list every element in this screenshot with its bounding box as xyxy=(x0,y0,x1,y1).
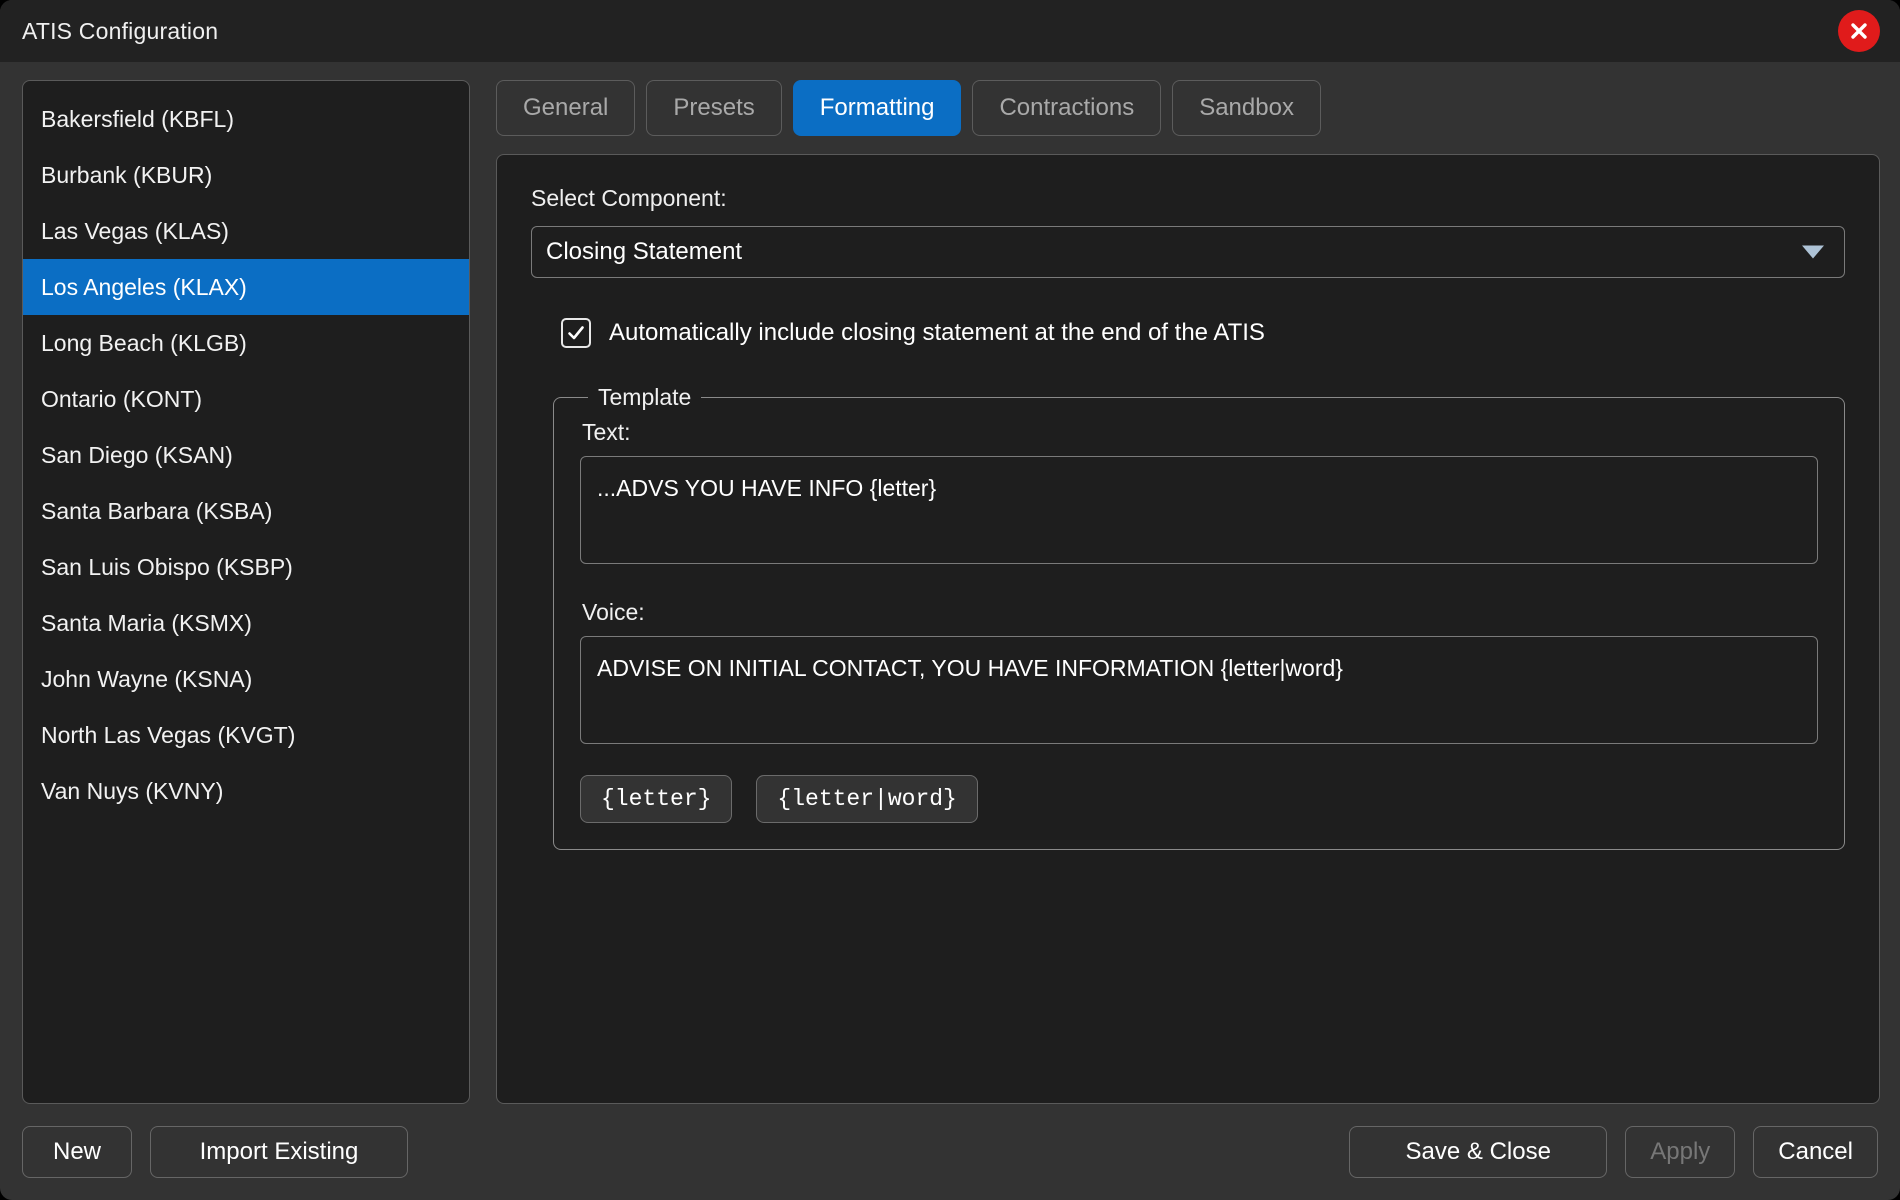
atis-configuration-window: ATIS Configuration Bakersfield (KBFL) Bu… xyxy=(0,0,1900,1200)
save-and-close-button[interactable]: Save & Close xyxy=(1349,1126,1608,1178)
station-label: Van Nuys (KVNY) xyxy=(41,777,224,804)
station-list-item[interactable]: John Wayne (KSNA) xyxy=(23,651,469,707)
tab-contractions[interactable]: Contractions xyxy=(972,80,1162,136)
station-list-item[interactable]: Las Vegas (KLAS) xyxy=(23,203,469,259)
formatting-panel: Select Component: Closing Statement Auto… xyxy=(496,154,1880,1104)
footer-bar: New Import Existing Save & Close Apply C… xyxy=(0,1104,1900,1200)
template-group-legend: Template xyxy=(598,384,692,410)
template-group: Template Text: Voice: {letter} {letter|w… xyxy=(553,384,1845,850)
auto-include-checkbox[interactable] xyxy=(561,318,591,348)
station-list-item[interactable]: Bakersfield (KBFL) xyxy=(23,91,469,147)
station-list-item[interactable]: San Luis Obispo (KSBP) xyxy=(23,539,469,595)
station-list-item[interactable]: Van Nuys (KVNY) xyxy=(23,763,469,819)
text-field-label: Text: xyxy=(582,419,631,445)
tab-formatting[interactable]: Formatting xyxy=(792,80,962,136)
check-icon xyxy=(568,326,584,340)
tab-general[interactable]: General xyxy=(496,80,636,136)
tab-sandbox[interactable]: Sandbox xyxy=(1172,80,1321,136)
station-label: North Las Vegas (KVGT) xyxy=(41,721,296,748)
right-column: General Presets Formatting Contractions … xyxy=(496,80,1880,1104)
select-component-label: Select Component: xyxy=(531,185,727,211)
close-icon xyxy=(1851,23,1867,39)
station-label: Santa Barbara (KSBA) xyxy=(41,497,273,524)
voice-field-label: Voice: xyxy=(582,599,645,625)
station-list-item[interactable]: Long Beach (KLGB) xyxy=(23,315,469,371)
window-title: ATIS Configuration xyxy=(22,17,219,44)
station-list-item[interactable]: Burbank (KBUR) xyxy=(23,147,469,203)
template-voice-input[interactable] xyxy=(580,636,1818,744)
station-label: Los Angeles (KLAX) xyxy=(41,273,247,300)
template-text-input[interactable] xyxy=(580,456,1818,564)
footer-right-group: Save & Close Apply Cancel xyxy=(1349,1126,1878,1178)
token-button-row: {letter} {letter|word} xyxy=(580,775,1818,823)
station-label: San Luis Obispo (KSBP) xyxy=(41,553,293,580)
station-list-item[interactable]: North Las Vegas (KVGT) xyxy=(23,707,469,763)
tab-bar: General Presets Formatting Contractions … xyxy=(496,80,1880,136)
tab-label: Sandbox xyxy=(1199,94,1294,121)
token-button-letter-word[interactable]: {letter|word} xyxy=(756,775,978,823)
chevron-down-icon xyxy=(1802,245,1824,259)
station-label: Santa Maria (KSMX) xyxy=(41,609,252,636)
station-label: Ontario (KONT) xyxy=(41,385,203,412)
apply-button: Apply xyxy=(1625,1126,1736,1178)
auto-include-label: Automatically include closing statement … xyxy=(609,319,1265,346)
tab-label: Presets xyxy=(673,94,755,121)
station-label: Las Vegas (KLAS) xyxy=(41,217,229,244)
station-label: Bakersfield (KBFL) xyxy=(41,105,235,132)
titlebar: ATIS Configuration xyxy=(0,0,1900,62)
station-list-item[interactable]: Santa Maria (KSMX) xyxy=(23,595,469,651)
tab-label: General xyxy=(523,94,609,121)
footer-left-group: New Import Existing xyxy=(22,1126,408,1178)
new-button[interactable]: New xyxy=(22,1126,132,1178)
auto-include-checkbox-row[interactable]: Automatically include closing statement … xyxy=(561,318,1845,348)
station-list-item-selected[interactable]: Los Angeles (KLAX) xyxy=(23,259,469,315)
station-list[interactable]: Bakersfield (KBFL) Burbank (KBUR) Las Ve… xyxy=(22,80,470,1104)
component-select[interactable]: Closing Statement xyxy=(531,226,1845,278)
tab-presets[interactable]: Presets xyxy=(646,80,782,136)
tab-label: Formatting xyxy=(819,94,935,121)
component-select-value: Closing Statement xyxy=(546,238,743,265)
station-label: John Wayne (KSNA) xyxy=(41,665,253,692)
station-label: San Diego (KSAN) xyxy=(41,441,233,468)
tab-label: Contractions xyxy=(999,94,1135,121)
cancel-button[interactable]: Cancel xyxy=(1753,1126,1878,1178)
import-existing-button[interactable]: Import Existing xyxy=(150,1126,408,1178)
station-label: Burbank (KBUR) xyxy=(41,161,213,188)
station-list-item[interactable]: Santa Barbara (KSBA) xyxy=(23,483,469,539)
station-label: Long Beach (KLGB) xyxy=(41,329,247,356)
station-list-item[interactable]: San Diego (KSAN) xyxy=(23,427,469,483)
close-button[interactable] xyxy=(1838,10,1880,52)
token-button-letter[interactable]: {letter} xyxy=(580,775,733,823)
station-list-item[interactable]: Ontario (KONT) xyxy=(23,371,469,427)
body-area: Bakersfield (KBFL) Burbank (KBUR) Las Ve… xyxy=(0,62,1900,1104)
